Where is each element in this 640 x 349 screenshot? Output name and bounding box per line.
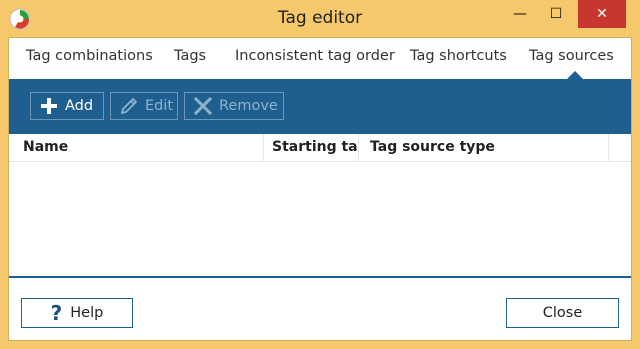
footer-divider	[9, 276, 631, 278]
pencil-icon	[118, 95, 140, 117]
minimize-icon: —	[513, 6, 527, 22]
remove-button[interactable]: Remove	[184, 92, 284, 120]
x-icon	[192, 95, 214, 117]
tag-sources-table[interactable]: Name Starting tags Tag source type	[9, 134, 631, 276]
column-header-name[interactable]: Name	[17, 134, 264, 161]
close-label: Close	[542, 305, 583, 321]
column-header-starting-tags[interactable]: Starting tags	[264, 134, 359, 161]
close-icon: ✕	[596, 6, 608, 22]
table-header: Name Starting tags Tag source type	[9, 134, 631, 162]
dialog-body: Tag combinations Tags Inconsistent tag o…	[8, 37, 632, 341]
toolbar: Add Edit Remove	[9, 79, 631, 134]
add-button[interactable]: Add	[30, 92, 104, 120]
close-button[interactable]: Close	[506, 298, 619, 328]
tab-tag-sources[interactable]: Tag sources	[529, 48, 614, 64]
minimize-button[interactable]: —	[505, 0, 535, 28]
remove-label: Remove	[219, 98, 278, 114]
tab-tag-shortcuts[interactable]: Tag shortcuts	[410, 48, 507, 64]
question-icon: ?	[50, 301, 63, 325]
title-bar[interactable]: Tag editor — ☐ ✕	[0, 0, 640, 36]
tab-tags[interactable]: Tags	[174, 48, 206, 64]
close-window-button[interactable]: ✕	[578, 0, 626, 28]
help-label: Help	[70, 305, 104, 321]
tab-inconsistent-tag-order[interactable]: Inconsistent tag order	[235, 48, 395, 64]
maximize-icon: ☐	[549, 6, 563, 22]
help-button[interactable]: ? Help	[21, 298, 133, 328]
plus-icon	[38, 95, 60, 117]
edit-button[interactable]: Edit	[110, 92, 178, 120]
edit-label: Edit	[145, 98, 174, 114]
tag-editor-window: Tag editor — ☐ ✕ Tag combinations Tags I…	[0, 0, 640, 349]
tab-tag-combinations[interactable]: Tag combinations	[26, 48, 153, 64]
add-label: Add	[65, 98, 94, 114]
column-header-tag-source-type[interactable]: Tag source type	[359, 134, 609, 161]
maximize-button[interactable]: ☐	[540, 0, 572, 28]
tab-strip: Tag combinations Tags Inconsistent tag o…	[9, 38, 631, 80]
